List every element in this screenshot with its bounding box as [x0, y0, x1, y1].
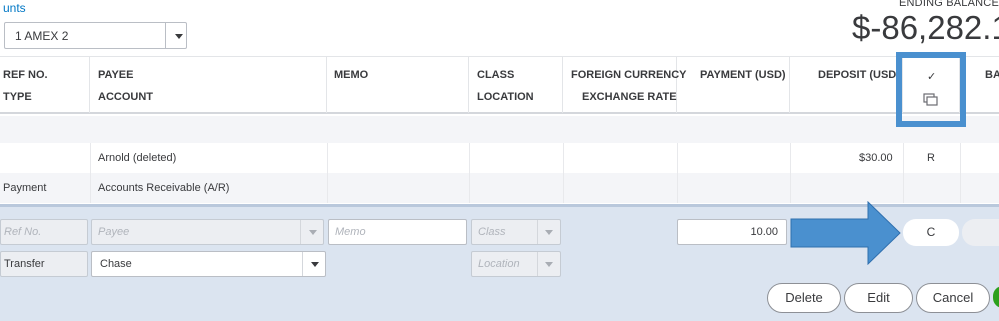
col-account: ACCOUNT	[98, 91, 153, 103]
divider	[903, 143, 904, 203]
col-foreign-currency: FOREIGN CURRENCY	[571, 69, 687, 81]
col-payee: PAYEE	[98, 69, 134, 81]
col-exchange-rate: EXCHANGE RATE	[582, 91, 677, 103]
col-currency-rate[interactable]: FOREIGN CURRENCY EXCHANGE RATE	[563, 57, 687, 113]
account-value: Chase	[100, 258, 132, 270]
chevron-down-icon[interactable]	[309, 230, 317, 235]
col-class: CLASS	[477, 69, 515, 81]
balance-field	[962, 219, 999, 246]
memo-field[interactable]: Memo	[328, 219, 467, 245]
col-deposit-cell[interactable]: DEPOSIT (USD)	[790, 57, 903, 113]
spacer-band	[0, 116, 999, 143]
ref-no-placeholder: Ref No.	[4, 226, 42, 238]
col-deposit: DEPOSIT (USD)	[818, 69, 900, 81]
payee-placeholder: Payee	[98, 226, 130, 238]
account-select-value: 1 AMEX 2	[15, 29, 69, 43]
chevron-down-icon[interactable]	[545, 230, 553, 235]
divider	[537, 252, 538, 276]
col-balance: BA	[985, 69, 999, 81]
account-field[interactable]: Chase	[91, 251, 326, 277]
deposit-cell: $30.00	[859, 152, 893, 164]
col-type: TYPE	[3, 91, 32, 103]
cancel-button[interactable]: Cancel	[916, 283, 990, 313]
divider	[469, 143, 470, 203]
chevron-down-icon[interactable]	[545, 262, 553, 267]
col-memo-cell[interactable]: MEMO	[327, 57, 469, 113]
account-select[interactable]: 1 AMEX 2	[4, 22, 187, 49]
col-payment-cell[interactable]: PAYMENT (USD)	[677, 57, 790, 113]
type-value: Transfer	[4, 258, 45, 270]
divider	[302, 252, 303, 276]
divider	[300, 220, 301, 244]
divider	[563, 143, 564, 203]
payment-field[interactable]: 10.00	[677, 219, 787, 245]
type-cell: Payment	[3, 182, 47, 194]
divider	[677, 143, 678, 203]
col-ref-no: REF NO.	[3, 69, 48, 81]
payee-cell: Arnold (deleted)	[98, 152, 177, 164]
type-field: Transfer	[0, 251, 88, 277]
class-field[interactable]: Class	[471, 219, 561, 245]
divider	[790, 143, 791, 203]
divider	[165, 23, 166, 48]
highlight-box	[896, 52, 966, 127]
memo-placeholder: Memo	[335, 226, 366, 238]
chevron-down-icon[interactable]	[311, 262, 319, 267]
account-cell: Accounts Receivable (A/R)	[98, 182, 230, 194]
chevron-down-icon[interactable]	[175, 34, 183, 39]
payment-value: 10.00	[750, 226, 778, 238]
delete-button[interactable]: Delete	[767, 283, 841, 313]
status-cell[interactable]: R	[927, 152, 935, 164]
payee-field[interactable]: Payee	[91, 219, 324, 245]
divider	[90, 143, 91, 203]
edit-button[interactable]: Edit	[844, 283, 913, 313]
col-location: LOCATION	[477, 91, 534, 103]
divider	[960, 143, 961, 203]
class-placeholder: Class	[478, 226, 506, 238]
ending-balance-label: ENDING BALANCE	[899, 0, 999, 9]
divider	[327, 143, 328, 203]
cleared-status-toggle[interactable]: C	[903, 219, 959, 246]
col-ref-type[interactable]: REF NO. TYPE	[0, 57, 90, 113]
location-placeholder: Location	[478, 258, 520, 270]
register-header: REF NO. TYPE PAYEE ACCOUNT MEMO CLASS LO…	[0, 56, 999, 114]
arrow-annotation	[790, 201, 901, 265]
divider	[537, 220, 538, 244]
col-class-location[interactable]: CLASS LOCATION	[469, 57, 563, 113]
accounts-link[interactable]: unts	[3, 1, 26, 15]
col-payee-account[interactable]: PAYEE ACCOUNT	[90, 57, 327, 113]
col-memo: MEMO	[334, 69, 369, 81]
location-field[interactable]: Location	[471, 251, 561, 277]
ending-balance-value: $-86,282.15	[852, 9, 999, 46]
col-payment: PAYMENT (USD)	[700, 69, 786, 81]
ref-no-field[interactable]: Ref No.	[0, 219, 88, 245]
